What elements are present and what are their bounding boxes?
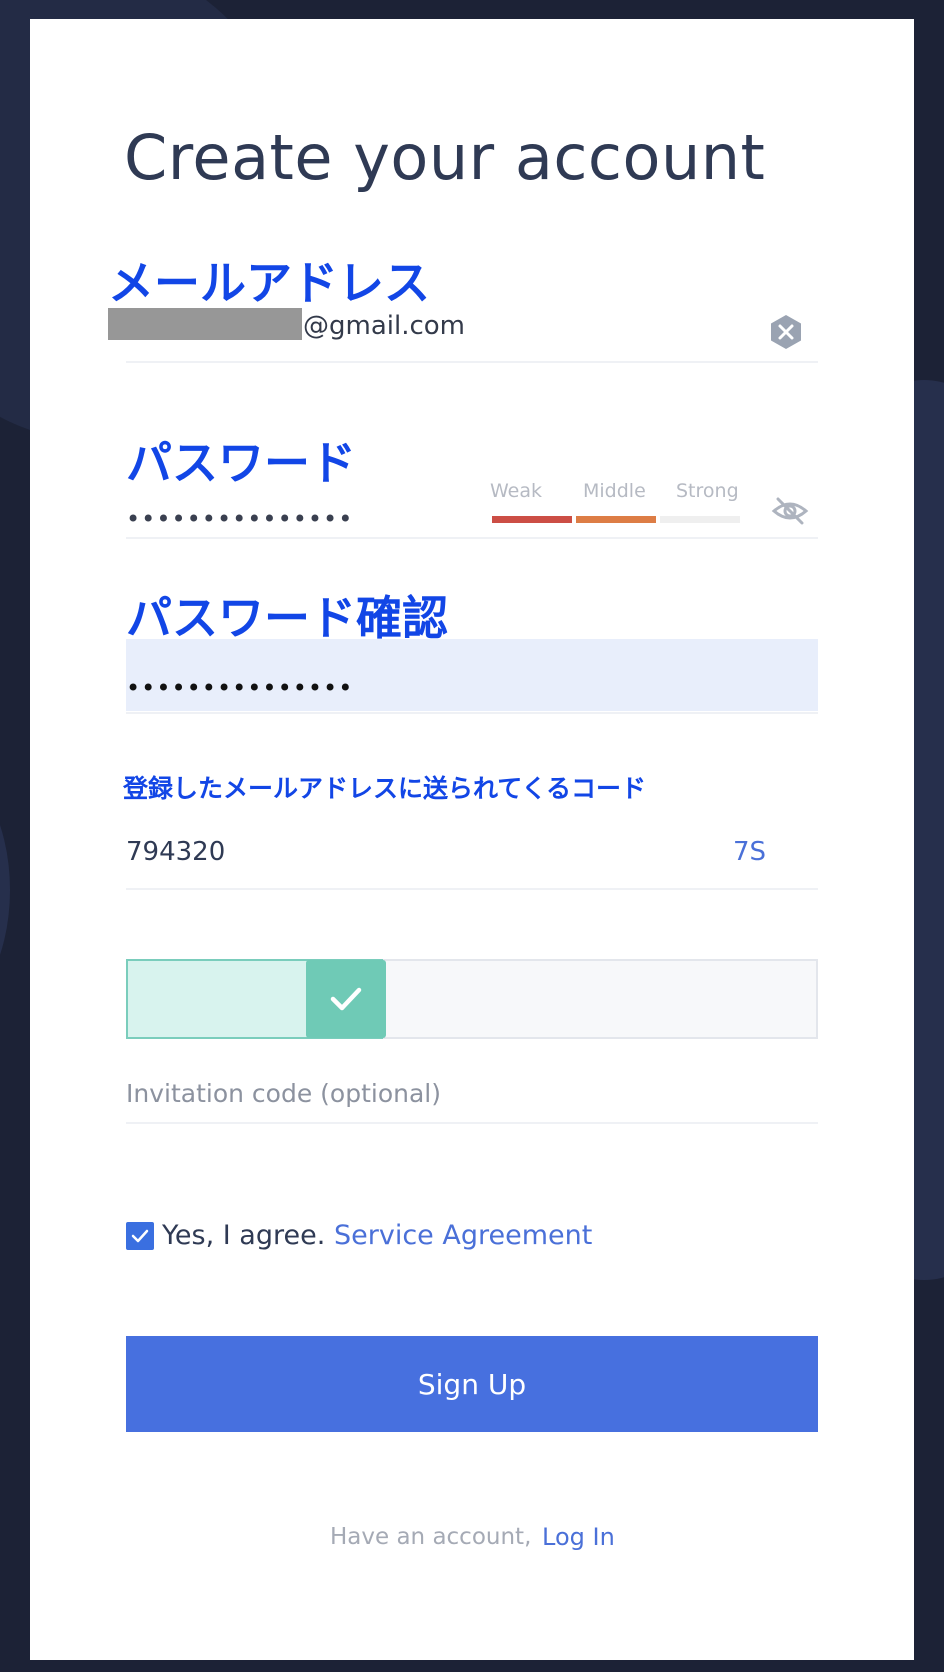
password-confirm-divider [126, 712, 818, 714]
verification-code-field[interactable]: 794320 [126, 837, 225, 867]
password-divider [126, 537, 818, 539]
signup-button[interactable]: Sign Up [126, 1336, 818, 1432]
email-redaction [108, 308, 302, 340]
password-field[interactable]: ••••••••••••••• [126, 505, 353, 533]
email-label: メールアドレス [108, 256, 430, 310]
agree-checkbox[interactable] [126, 1222, 154, 1250]
verification-divider [126, 888, 818, 890]
email-divider [126, 361, 818, 363]
invitation-divider [126, 1122, 818, 1124]
have-account-text: Have an account, [330, 1524, 532, 1550]
password-label: パスワード [126, 436, 356, 490]
resend-countdown[interactable]: 7S [733, 837, 766, 867]
slider-handle[interactable] [306, 960, 386, 1038]
strength-bar-weak [492, 516, 572, 523]
service-agreement-link[interactable]: Service Agreement [334, 1220, 592, 1251]
email-field[interactable]: @gmail.com [303, 311, 465, 341]
strength-label-middle: Middle [583, 480, 646, 502]
page-title: Create your account [124, 121, 766, 194]
clear-icon[interactable] [768, 314, 804, 350]
strength-label-weak: Weak [490, 480, 543, 502]
signup-card: Create your account メールアドレス @gmail.com パ… [30, 19, 914, 1660]
verification-code-label: 登録したメールアドレスに送られてくるコード [123, 774, 647, 803]
password-confirm-value: ••••••••••••••• [126, 674, 354, 702]
check-icon [330, 987, 362, 1011]
invitation-code-input[interactable] [126, 1071, 814, 1115]
agree-text: Yes, I agree. [162, 1220, 326, 1251]
strength-label-strong: Strong [676, 480, 739, 502]
strength-bar-strong [660, 516, 740, 523]
login-link[interactable]: Log In [542, 1523, 615, 1551]
checkmark-icon [131, 1229, 149, 1243]
strength-bar-middle [576, 516, 656, 523]
eye-off-icon[interactable] [770, 495, 810, 527]
